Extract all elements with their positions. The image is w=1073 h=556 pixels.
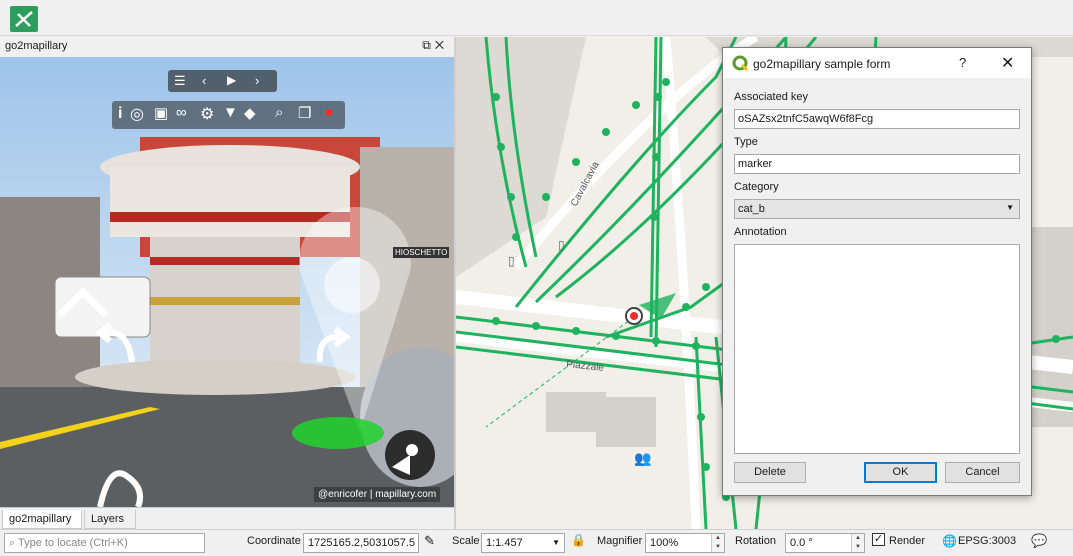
dock-title-bar: go2mapillary ⧉✕ — [0, 37, 454, 56]
coordinate-field[interactable]: 1725165.2,5031057.5 — [303, 533, 419, 553]
target-icon[interactable]: ◎ — [130, 104, 144, 124]
magnifier-spinbox[interactable]: 100% ▲ ▼ — [645, 533, 725, 553]
plugin-toolbar — [0, 0, 1073, 36]
spin-arrows-icon[interactable]: ▲ ▼ — [851, 534, 864, 552]
copy-icon[interactable]: ❐ — [298, 104, 311, 122]
associated-key-field[interactable]: oSAZsx2tnfC5awqW6f8Fcg — [734, 109, 1020, 129]
cancel-button[interactable]: Cancel — [945, 462, 1020, 483]
scale-combo[interactable]: 1:1.457 ▼ — [481, 533, 565, 553]
sample-form-dialog: go2mapillary sample form ? ✕ Associated … — [722, 47, 1032, 496]
link-icon[interactable]: ∞ — [176, 104, 187, 121]
globe-icon[interactable]: 🌐 — [942, 534, 957, 548]
next-icon[interactable]: › — [255, 73, 259, 88]
search-icon[interactable]: ⌕ — [275, 104, 283, 121]
tag-icon[interactable]: ◆ — [244, 104, 256, 122]
category-value: cat_b — [738, 203, 765, 215]
rotation-spinbox[interactable]: 0.0 ° ▲ ▼ — [785, 533, 865, 553]
toilets-icon: 👥 — [634, 450, 651, 467]
mouse-icon[interactable]: ✎ — [424, 533, 435, 549]
attribution[interactable]: @enricofer | mapillary.com — [314, 487, 441, 502]
help-button[interactable]: ? — [959, 55, 966, 70]
lock-icon[interactable]: 🔒 — [571, 533, 586, 547]
tab-layers[interactable]: Layers — [84, 510, 136, 529]
gear-icon[interactable]: ⚙ — [200, 104, 214, 124]
tab-go2mapillary[interactable]: go2mapillary — [2, 510, 82, 529]
annotation-textarea[interactable] — [734, 244, 1020, 454]
render-label: Render — [889, 535, 926, 547]
previous-icon[interactable]: ‹ — [202, 73, 206, 88]
dock-tabs: go2mapillary Layers — [0, 507, 454, 529]
associated-key-label: Associated key — [734, 91, 808, 103]
viewer-toolbar: i ◎ ▣ ∞ ⚙ ▼ ◆ ⌕ ❐ ● — [112, 101, 345, 129]
scale-label: Scale — [452, 535, 480, 547]
search-icon: ⌕ — [9, 537, 19, 549]
filter-icon[interactable]: ▼ — [223, 104, 238, 121]
shop-sign: HIOSCHETTO — [393, 247, 450, 258]
chevron-down-icon: ▼ — [1006, 203, 1014, 212]
play-icon[interactable]: ▶ — [227, 73, 236, 87]
dialog-titlebar: go2mapillary sample form ? ✕ — [723, 48, 1031, 78]
info-icon[interactable]: i — [118, 105, 122, 123]
menu-icon[interactable]: ☰ — [174, 73, 186, 89]
status-bar: ⌕ Type to locate (Ctrl+K) Coordinate 172… — [0, 529, 1073, 556]
qgis-icon — [732, 55, 748, 71]
type-label: Type — [734, 136, 758, 148]
locate-input[interactable]: ⌕ Type to locate (Ctrl+K) — [4, 533, 205, 553]
waste-basket-icon: ▯ — [558, 238, 565, 252]
crs-label[interactable]: EPSG:3003 — [958, 535, 1016, 547]
messages-icon[interactable]: 💬 — [1031, 533, 1047, 549]
save-icon[interactable]: ▣ — [154, 104, 168, 122]
category-select[interactable]: cat_b ▼ — [734, 199, 1020, 219]
category-label: Category — [734, 181, 779, 193]
dialog-title: go2mapillary sample form — [753, 57, 891, 71]
waste-basket-icon-2: ▯ — [508, 254, 515, 268]
mapillary-viewer[interactable]: ☰ ‹ ▶ › i ◎ ▣ ∞ ⚙ ▼ ◆ ⌕ ❐ ● HIOSCHETTO @… — [0, 57, 454, 507]
float-icon[interactable]: ⧉ — [422, 38, 435, 52]
sequence-controls: ☰ ‹ ▶ › — [168, 70, 277, 92]
dock-close-button[interactable]: ✕ — [435, 38, 448, 52]
magnifier-label: Magnifier — [597, 535, 643, 547]
chevron-down-icon: ▼ — [552, 538, 560, 547]
ok-button[interactable]: OK — [864, 462, 937, 483]
marker-icon[interactable]: ● — [324, 104, 334, 122]
rotation-label: Rotation — [735, 535, 776, 547]
dock-title: go2mapillary — [5, 40, 68, 52]
dialog-close-button[interactable]: ✕ — [1001, 53, 1014, 73]
coordinate-label: Coordinate — [247, 535, 301, 547]
render-checkbox[interactable]: ✓ — [872, 533, 885, 546]
go2mapillary-icon[interactable] — [10, 6, 38, 32]
type-field[interactable]: marker — [734, 154, 1020, 174]
delete-button[interactable]: Delete — [734, 462, 806, 483]
spin-arrows-icon[interactable]: ▲ ▼ — [711, 534, 724, 552]
annotation-label: Annotation — [734, 226, 787, 238]
